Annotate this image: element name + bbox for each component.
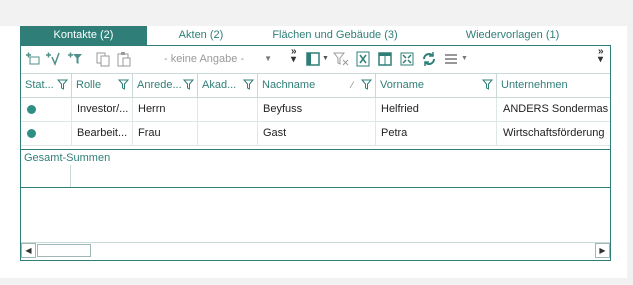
status-dot-icon [27,129,36,138]
akad-cell [198,98,258,121]
filter-icon[interactable] [183,79,194,90]
menu-dropdown-icon[interactable]: ▼ [461,55,468,62]
column-header-label: Akad... [202,79,237,91]
overflow-left-icon[interactable]: » ▾ [291,47,297,65]
refresh-icon[interactable] [421,51,437,67]
tab-akten[interactable]: Akten (2) [147,26,255,45]
excel-export-icon[interactable] [355,51,371,67]
column-header-nachname[interactable]: Nachname ⁄ [258,74,376,97]
nachname-cell: Gast [258,122,376,145]
column-header-label: Unternehmen [501,79,568,91]
rolle-cell: Investor/... [72,98,133,121]
copy-icon[interactable] [95,51,111,67]
summary-label: Gesamt-Summen [24,152,111,164]
view-select-value: - keine Angabe - [164,53,245,65]
column-header-anrede[interactable]: Anrede... [133,74,198,97]
vorname-cell: Petra [376,122,497,145]
column-header-label: Nachname [262,79,316,91]
status-cell [21,98,72,121]
column-header-label: Stat... [25,79,54,91]
scroll-right-button[interactable]: ▶ [595,243,610,258]
column-header-vorname[interactable]: Vorname [376,74,497,97]
filter-icon[interactable] [243,79,254,90]
summary-divider [70,165,71,187]
unternehmen-cell: ANDERS Sondermas [503,103,609,115]
add-contact-icon[interactable] [25,51,41,67]
column-header-status[interactable]: Stat... [21,74,72,97]
tab-kontakte[interactable]: Kontakte (2) [20,26,147,45]
column-header-akad[interactable]: Akad... [198,74,258,97]
columns-dropdown-icon[interactable]: ▼ [322,55,329,62]
table-row[interactable]: Investor/... Herrn Beyfuss Helfried ANDE… [21,98,610,122]
tab-wiedervorlagen[interactable]: Wiedervorlagen (1) [415,26,610,45]
filter-add-icon[interactable] [67,51,83,67]
menu-icon[interactable] [443,51,459,67]
tab-bar: Kontakte (2) Akten (2) Flächen und Gebäu… [20,26,610,46]
column-header-label: Rolle [76,79,102,91]
rolle-cell: Bearbeit... [72,122,133,145]
toolbar: - keine Angabe - ▼ » ▾ ▼ ▼ » ▾ [21,46,610,72]
horizontal-scrollbar[interactable]: ◀ ▶ [21,242,610,259]
table-row[interactable]: Bearbeit... Frau Gast Petra Wirtschaftsf… [21,122,610,146]
filter-icon[interactable] [482,79,493,90]
column-header-label: Anrede... [137,79,182,91]
tab-flaechen-gebaeude[interactable]: Flächen und Gebäude (3) [255,26,415,45]
kontakte-panel: - keine Angabe - ▼ » ▾ ▼ ▼ » ▾ Stat... R… [20,46,611,261]
column-header-label: Vorname [380,79,425,91]
filter-icon[interactable] [118,79,129,90]
view-select[interactable]: - keine Angabe - ▼ [164,51,272,67]
columns-icon[interactable] [305,51,321,67]
summary-row: Gesamt-Summen [21,149,610,188]
paste-icon[interactable] [116,51,132,67]
overflow-right-icon[interactable]: » ▾ [598,47,604,65]
filter-icon[interactable] [361,79,372,90]
status-dot-icon [27,105,36,114]
column-header-unternehmen[interactable]: Unternehmen [497,74,610,97]
filter-icon[interactable] [57,79,68,90]
akad-cell [198,122,258,145]
vorname-cell: Helfried [376,98,497,121]
chevron-down-icon: ▼ [264,54,272,63]
grid-header: Stat... Rolle Anrede... Akad... Nachname… [21,73,610,98]
scroll-thumb[interactable] [37,244,91,257]
unternehmen-cell: Wirtschaftsförderung [503,127,605,139]
sort-icon[interactable]: ⁄ [351,74,353,96]
status-cell [21,122,72,145]
scroll-left-button[interactable]: ◀ [21,243,36,258]
clear-filter-icon[interactable] [333,51,349,67]
anrede-cell: Frau [133,122,198,145]
anrede-cell: Herrn [133,98,198,121]
layout-icon[interactable] [377,51,393,67]
column-header-rolle[interactable]: Rolle [72,74,133,97]
fit-columns-icon[interactable] [399,51,415,67]
nachname-cell: Beyfuss [258,98,376,121]
check-icon[interactable] [45,51,61,67]
